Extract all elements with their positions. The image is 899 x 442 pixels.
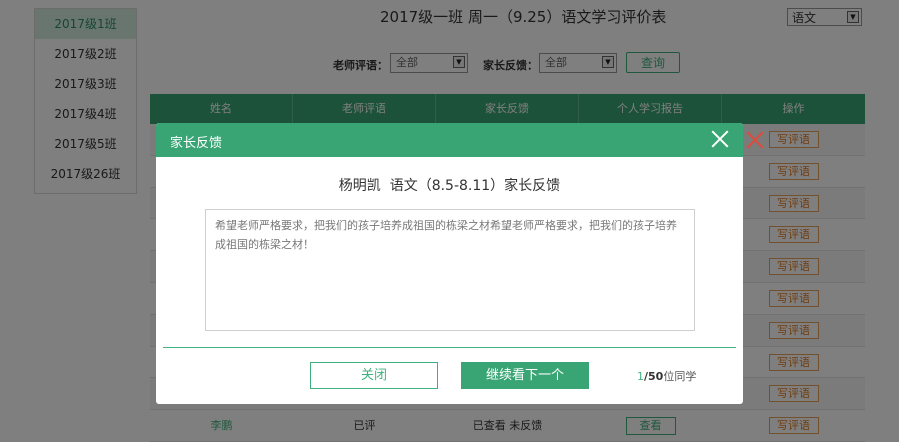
pager-suffix: 位同学 <box>663 370 697 383</box>
dialog-subtitle: 杨明凯 语文（8.5-8.11）家长反馈 <box>338 178 561 194</box>
dialog-divider <box>163 347 736 348</box>
close-button[interactable]: 关闭 <box>310 362 438 389</box>
pager-total: /50 <box>644 370 664 383</box>
next-student-button[interactable]: 继续看下一个 <box>461 362 589 389</box>
feedback-text-area[interactable]: 希望老师严格要求，把我们的孩子培养成祖国的栋梁之材希望老师严格要求，把我们的孩子… <box>205 209 695 331</box>
dialog-title: 家长反馈 <box>170 136 223 151</box>
pager-current: 1 <box>637 370 644 383</box>
close-icon[interactable] <box>711 130 729 148</box>
dialog-header: 家长反馈 <box>156 123 743 157</box>
close-icon[interactable] <box>746 131 764 149</box>
student-pager: 1/50位同学 <box>637 368 696 384</box>
parent-feedback-dialog: 家长反馈 杨明凯 语文（8.5-8.11）家长反馈 希望老师严格要求，把我们的孩… <box>156 123 743 404</box>
